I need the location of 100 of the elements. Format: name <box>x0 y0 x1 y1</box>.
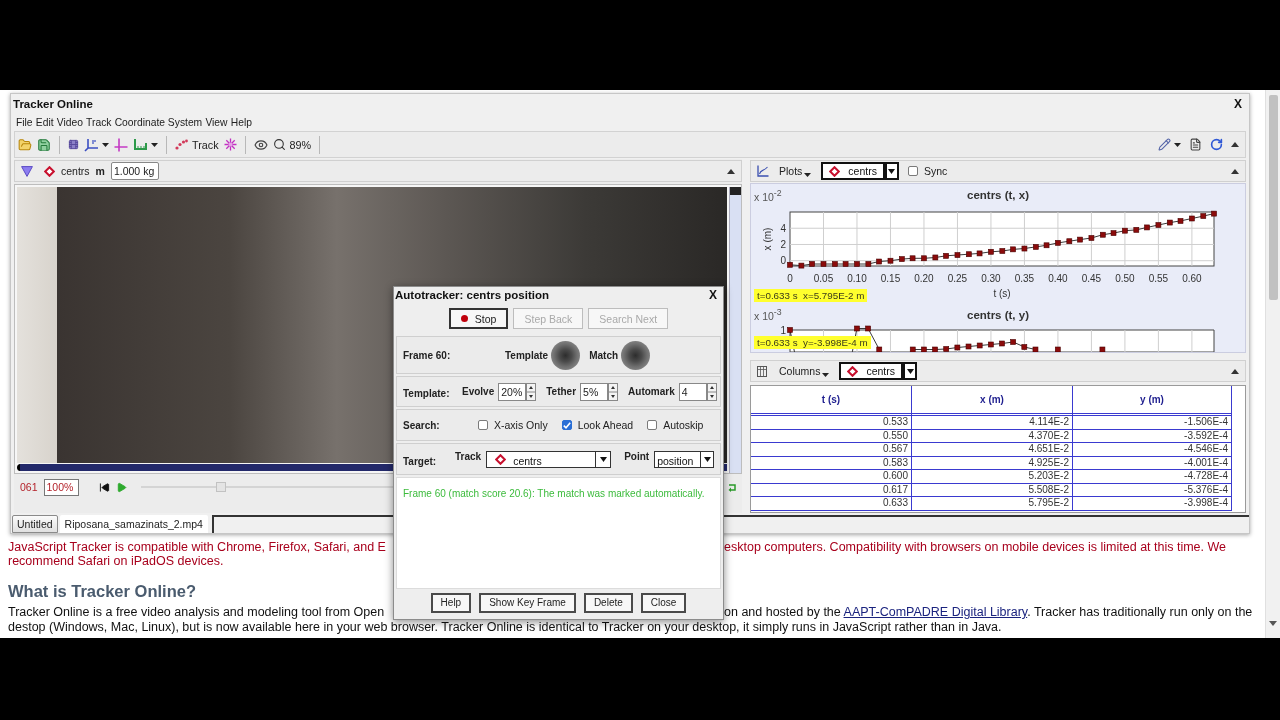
data-point <box>943 346 949 352</box>
pencil-icon[interactable] <box>1158 138 1171 151</box>
stop-button[interactable]: Stop <box>448 308 509 329</box>
checkbox-label: Look Ahead <box>577 419 634 431</box>
columns-menu-button[interactable]: Columns <box>779 365 830 377</box>
table-cell: 0.583 <box>751 456 912 470</box>
data-point <box>798 262 805 269</box>
down-triangle-icon[interactable] <box>1269 621 1277 626</box>
caret-icon[interactable] <box>151 142 158 147</box>
dropdown-arrow-icon[interactable] <box>700 451 714 467</box>
table-cell: 0.550 <box>751 429 912 443</box>
data-point <box>854 261 860 267</box>
play-icon[interactable] <box>115 481 127 493</box>
rate-field[interactable]: 100% <box>43 478 79 496</box>
dots-icon <box>175 139 188 150</box>
up-triangle-icon[interactable] <box>727 168 735 174</box>
plots-menu-button[interactable]: Plots <box>779 165 812 177</box>
spinner-field[interactable]: 4 <box>678 382 707 401</box>
film-icon[interactable] <box>68 139 79 150</box>
readout-label: t=0.633 s x=5.795E-2 m <box>754 289 868 302</box>
file-tab[interactable]: Untitled <box>12 515 58 533</box>
slider-thumb[interactable] <box>216 482 227 492</box>
show-key-frame-button[interactable]: Show Key Frame <box>479 592 576 613</box>
scroll-thumb[interactable] <box>1268 95 1278 300</box>
caret-icon[interactable] <box>102 142 109 147</box>
data-point <box>787 261 793 268</box>
checkbox[interactable] <box>478 420 488 430</box>
caret-icon[interactable] <box>1174 142 1181 147</box>
checkbox[interactable] <box>561 420 572 430</box>
save-icon[interactable] <box>37 137 51 152</box>
tick-label: 0 <box>780 255 786 267</box>
menu-item[interactable]: View <box>205 116 228 128</box>
track-dropdown[interactable]: centrs <box>486 450 612 468</box>
help-button[interactable]: Help <box>430 592 472 613</box>
open-folder-icon[interactable] <box>18 137 32 152</box>
data-point <box>1066 238 1073 245</box>
column-header[interactable]: t (s) <box>751 386 912 416</box>
data-point <box>876 346 883 352</box>
caret-icon[interactable] <box>822 373 830 377</box>
table-cell: -1.506E-4 <box>1073 416 1232 430</box>
return-arrow-icon[interactable] <box>728 482 738 492</box>
close-button[interactable]: X <box>1232 96 1244 111</box>
tick-label: 0.20 <box>914 273 934 284</box>
dialog-title: Autotracker: centrs position <box>395 289 549 301</box>
delete-button[interactable]: Delete <box>583 592 633 613</box>
thumbnail-label: Template <box>505 349 549 361</box>
tick-label: 0.40 <box>1048 273 1068 284</box>
menu-item[interactable]: File <box>16 116 33 128</box>
point-dropdown[interactable]: position <box>654 450 715 468</box>
close-button[interactable]: X <box>707 288 719 302</box>
dot-icon <box>460 315 468 322</box>
up-triangle-icon[interactable] <box>1231 142 1239 147</box>
spinner-arrows-icon[interactable] <box>526 382 537 401</box>
data-point <box>1167 219 1173 226</box>
data-point <box>1211 210 1217 217</box>
cross-lines-icon[interactable] <box>114 137 128 152</box>
caret-icon[interactable] <box>804 173 812 177</box>
tick-label: 0.30 <box>981 273 1001 284</box>
column-header[interactable]: y (m) <box>1073 386 1232 416</box>
table-cell: -3.998E-4 <box>1073 497 1232 511</box>
spinner-field[interactable]: 20% <box>498 382 527 401</box>
up-triangle-icon[interactable] <box>1231 168 1239 174</box>
menu-item[interactable]: Coordinate System <box>114 116 203 128</box>
menu-item[interactable]: Track <box>86 116 112 128</box>
menu-item[interactable]: Video <box>56 116 83 128</box>
menu-item[interactable]: Edit <box>35 116 54 128</box>
data-point <box>988 249 994 255</box>
skip-to-start-icon[interactable] <box>98 481 110 493</box>
up-triangle-icon[interactable] <box>1231 368 1239 374</box>
page-scrollbar[interactable] <box>1265 90 1280 638</box>
data-point <box>1021 344 1028 350</box>
file-tab[interactable]: Riposana_samazinats_2.mp4 <box>59 515 208 533</box>
mass-field[interactable]: 1.000 kg <box>110 162 159 180</box>
sparkle-icon[interactable] <box>223 138 237 151</box>
track-dropdown[interactable]: centrs <box>839 362 904 380</box>
table-cell: 4.925E-2 <box>912 456 1073 470</box>
axes-icon[interactable] <box>84 137 99 152</box>
document-icon[interactable] <box>1189 138 1202 151</box>
checkbox[interactable] <box>647 420 658 430</box>
video-scrollbar[interactable] <box>729 187 741 473</box>
eye-icon[interactable] <box>253 137 268 152</box>
down-triangle-icon[interactable] <box>21 165 33 177</box>
diamond-icon <box>847 365 859 377</box>
spinner-arrows-icon[interactable] <box>706 382 717 401</box>
track-button[interactable]: Track <box>175 138 219 151</box>
section-label: Search: <box>403 419 441 431</box>
track-dropdown[interactable]: centrs <box>821 162 885 180</box>
data-point <box>899 256 905 262</box>
data-point <box>876 258 882 265</box>
checkbox[interactable] <box>907 166 918 176</box>
checkbox-label: X-axis Only <box>494 419 548 431</box>
field-label: Track <box>455 451 482 462</box>
refresh-icon[interactable] <box>1210 138 1223 151</box>
column-header[interactable]: x (m) <box>912 386 1073 416</box>
spinner-label: Automark <box>628 386 675 397</box>
close-button[interactable]: Close <box>640 592 687 613</box>
zoom-button[interactable]: 89% <box>272 138 312 151</box>
spinner-field[interactable]: 5% <box>580 382 609 401</box>
spinner-arrows-icon[interactable] <box>608 382 619 401</box>
menu-item[interactable]: Help <box>230 116 252 128</box>
